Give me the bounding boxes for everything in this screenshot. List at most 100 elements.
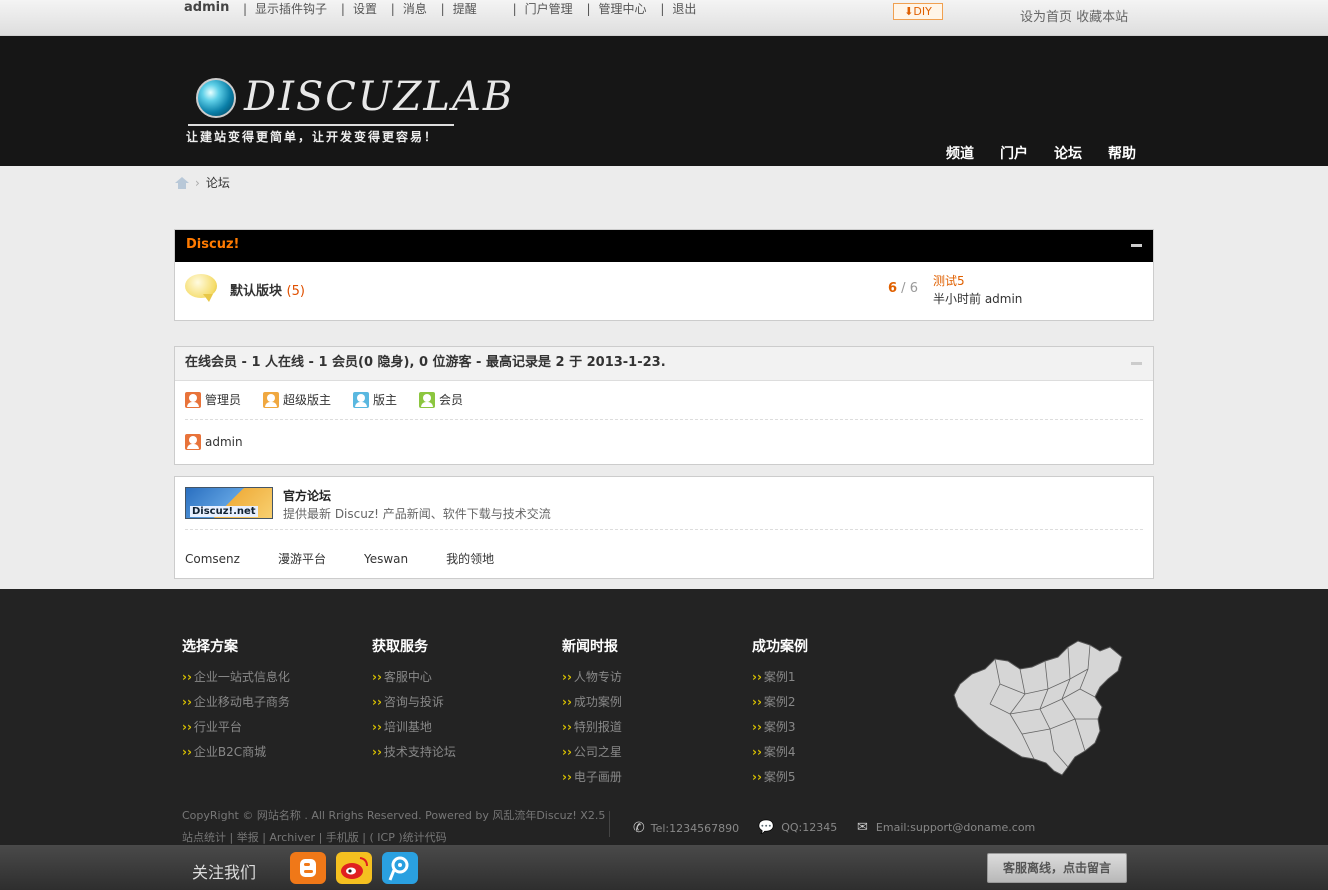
nav-plugin-hooks[interactable]: 显示插件钩子 — [255, 2, 327, 16]
forum-stats: 6 / 6 — [888, 281, 918, 296]
forum-name[interactable]: 默认版块 (5) — [230, 280, 305, 299]
nav-admin-center[interactable]: 管理中心 — [599, 2, 647, 16]
logo-slogan: 让建站变得更简单，让开发变得更容易！ — [186, 130, 439, 144]
legend-label: 超级版主 — [283, 393, 332, 407]
copyright-text: CopyRight © 网站名称 . All Rrighs Reserved. … — [182, 809, 606, 822]
footer-col-title: 获取服务 — [372, 639, 428, 655]
forum-today-count: (5) — [286, 284, 305, 299]
footer-link[interactable]: ›› 案例5 — [752, 765, 808, 790]
friend-link-manyou[interactable]: 漫游平台 — [278, 552, 326, 566]
discuz-logo-text: Discuz!.net — [190, 506, 258, 517]
footer-link[interactable]: ›› 电子画册 — [562, 765, 622, 790]
email-text: Email:support@doname.com — [875, 821, 1036, 834]
username-link[interactable]: admin — [184, 0, 229, 15]
chat-icon: 💬 — [758, 820, 775, 835]
logo-divider — [188, 124, 454, 126]
post-count: 6 — [909, 281, 918, 296]
footer-col-news: 新闻时报 ›› 人物专访 ›› 成功案例 ›› 特别报道 ›› 公司之星 ›› 电子画册 — [562, 636, 622, 790]
legend-member: 会员 — [419, 391, 463, 408]
online-header: 在线会员 - 1 人在线 - 1 会员(0 隐身), 0 位游客 - 最高记录是… — [175, 347, 1153, 381]
mail-icon: ✉ — [857, 820, 868, 835]
footer-link[interactable]: ›› 企业B2C商城 — [182, 740, 290, 765]
footer-col-services: 获取服务 ›› 客服中心 ›› 咨询与投诉 ›› 培训基地 ›› 技术支持论坛 — [372, 636, 456, 765]
forum-group-box: Discuz! 默认版块 (5) 6 / 6 测试5 半小时前 admin — [174, 229, 1154, 321]
legend-admin: 管理员 — [185, 391, 241, 408]
forum-group-title[interactable]: Discuz! — [175, 230, 1153, 262]
nav-logout[interactable]: 退出 — [672, 2, 696, 16]
user-icon — [185, 392, 201, 408]
footer-link[interactable]: ›› 公司之星 — [562, 740, 622, 765]
last-post-meta[interactable]: 半小时前 admin — [933, 290, 1022, 308]
nav-settings[interactable]: 设置 — [353, 2, 377, 16]
qq-text: QQ:12345 — [781, 821, 838, 834]
online-username[interactable]: admin — [205, 435, 243, 449]
logo-text: DISCUZLAB — [244, 74, 515, 120]
friend-link-list: Comsenz 漫游平台 Yeswan 我的领地 — [185, 550, 532, 567]
blogger-icon[interactable] — [290, 852, 326, 884]
footer-col-solutions: 选择方案 ›› 企业一站式信息化 ›› 企业移动电子商务 ›› 行业平台 ›› 企业B2… — [182, 636, 290, 765]
top-nav: | 显示插件钩子 | 设置 | 消息 | 提醒 | 门户管理 | 管理中心 | 退出 — [243, 2, 697, 16]
footer-link[interactable]: ›› 客服中心 — [372, 665, 456, 690]
footer-col-title: 新闻时报 — [562, 639, 618, 655]
logo-ball-icon — [196, 78, 236, 118]
site-footer: 选择方案 ›› 企业一站式信息化 ›› 企业移动电子商务 ›› 行业平台 ›› 企业B2… — [0, 589, 1328, 845]
breadcrumb-current[interactable]: 论坛 — [206, 176, 230, 190]
bottom-follow-bar: 关注我们 客服离线，点击留言 — [0, 845, 1328, 890]
nav-messages[interactable]: 消息 — [403, 2, 427, 16]
divider — [185, 529, 1143, 530]
nav-help[interactable]: 帮助 — [1108, 146, 1136, 162]
diy-button[interactable]: ⬇DIY — [893, 3, 943, 20]
footer-link[interactable]: ›› 技术支持论坛 — [372, 740, 456, 765]
official-forum-desc: 提供最新 Discuz! 产品新闻、软件下载与技术交流 — [283, 507, 551, 521]
footer-link[interactable]: ›› 咨询与投诉 — [372, 690, 456, 715]
footer-link[interactable]: ›› 成功案例 — [562, 690, 622, 715]
footer-link[interactable]: ›› 案例3 — [752, 715, 808, 740]
contact-qq: 💬 QQ:12345 — [758, 820, 837, 835]
friend-link-yeswan[interactable]: Yeswan — [364, 552, 408, 566]
official-forum-title[interactable]: 官方论坛 — [283, 487, 331, 504]
friend-link-comsenz[interactable]: Comsenz — [185, 552, 240, 566]
legend-label: 管理员 — [205, 393, 242, 407]
customer-service-button[interactable]: 客服离线，点击留言 — [987, 853, 1127, 883]
footer-col-cases: 成功案例 ›› 案例1 ›› 案例2 ›› 案例3 ›› 案例4 ›› 案例5 — [752, 636, 808, 790]
home-icon[interactable] — [175, 177, 189, 189]
last-post-title[interactable]: 测试5 — [933, 272, 1022, 290]
footer-link[interactable]: ›› 培训基地 — [372, 715, 456, 740]
friend-link-mydomain[interactable]: 我的领地 — [446, 552, 494, 566]
footer-link[interactable]: ›› 案例1 — [752, 665, 808, 690]
forum-bubble-icon — [185, 274, 217, 302]
nav-portal[interactable]: 门户 — [1000, 146, 1028, 162]
china-map-icon — [953, 640, 1123, 776]
discuz-logo-image[interactable]: Discuz!.net — [185, 487, 273, 519]
main-nav: 频道 门户 论坛 帮助 — [946, 143, 1162, 163]
collapse-icon[interactable] — [1131, 244, 1142, 247]
diy-label: DIY — [913, 5, 932, 18]
footer-link[interactable]: ›› 案例2 — [752, 690, 808, 715]
arrow-down-icon: ⬇ — [904, 5, 914, 18]
footer-link[interactable]: ›› 企业一站式信息化 — [182, 665, 290, 690]
chevron-right-icon: › — [195, 176, 200, 190]
nav-forum[interactable]: 论坛 — [1054, 146, 1082, 162]
footer-divider — [609, 811, 610, 837]
collapse-icon[interactable] — [1131, 362, 1142, 365]
divider — [185, 419, 1143, 420]
forum-name-label[interactable]: 默认版块 — [230, 284, 282, 299]
nav-reminders[interactable]: 提醒 — [453, 2, 477, 16]
weibo-icon[interactable] — [336, 852, 372, 884]
user-icon — [185, 434, 201, 450]
online-user-item[interactable]: admin — [185, 434, 243, 450]
footer-link[interactable]: ›› 企业移动电子商务 — [182, 690, 290, 715]
nav-portal-admin[interactable]: 门户管理 — [525, 2, 573, 16]
tencent-weibo-icon[interactable] — [382, 852, 418, 884]
footer-link[interactable]: ›› 行业平台 — [182, 715, 290, 740]
tel-text: Tel:1234567890 — [650, 822, 740, 835]
friendlinks-box: Discuz!.net 官方论坛 提供最新 Discuz! 产品新闻、软件下载与… — [174, 476, 1154, 579]
homepage-favorite-links[interactable]: 设为首页 收藏本站 — [1020, 6, 1128, 25]
legend-label: 版主 — [373, 393, 398, 407]
legend-super-moderator: 超级版主 — [263, 391, 331, 408]
footer-sublinks[interactable]: 站点统计 | 举报 | Archiver | 手机版 | ( ICP )统计代码 — [182, 829, 447, 845]
footer-link[interactable]: ›› 案例4 — [752, 740, 808, 765]
footer-link[interactable]: ›› 人物专访 — [562, 665, 622, 690]
footer-link[interactable]: ›› 特别报道 — [562, 715, 622, 740]
nav-channel[interactable]: 频道 — [946, 146, 974, 162]
